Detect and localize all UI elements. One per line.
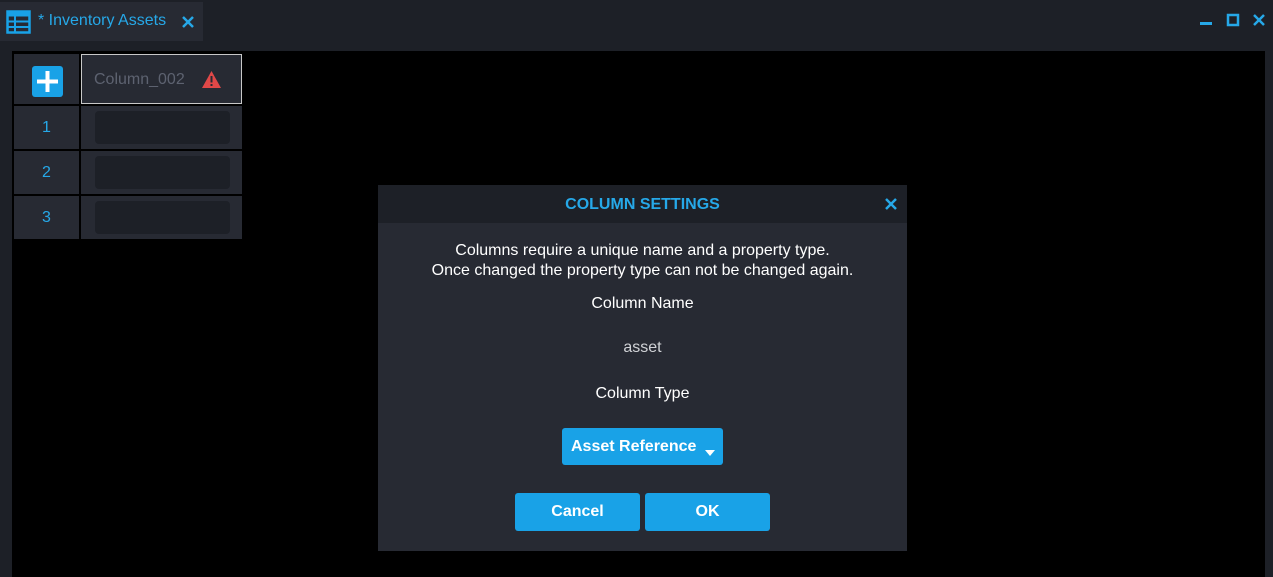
cell-value-field[interactable]: [95, 201, 230, 234]
row-number[interactable]: 3: [14, 196, 79, 239]
table-icon: [6, 10, 31, 34]
tab-inventory-assets[interactable]: * Inventory Assets: [0, 2, 203, 41]
dialog-description-line1: Columns require a unique name and a prop…: [455, 242, 830, 259]
column-type-value: Asset Reference: [571, 438, 697, 455]
column-type-label: Column Type: [595, 385, 690, 402]
grid-corner-cell: [14, 54, 79, 104]
close-icon[interactable]: [884, 197, 898, 211]
cell-value-field[interactable]: [95, 156, 230, 189]
column-name-input[interactable]: [522, 335, 763, 361]
close-icon[interactable]: [181, 15, 195, 29]
ok-button[interactable]: OK: [645, 493, 770, 531]
table-cell[interactable]: [81, 151, 242, 194]
dialog-description-line2: Once changed the property type can not b…: [431, 262, 854, 279]
warning-icon: [201, 70, 222, 89]
minimize-icon[interactable]: [1199, 13, 1213, 27]
column-header[interactable]: Column_002: [81, 54, 242, 104]
cancel-button[interactable]: Cancel: [515, 493, 640, 531]
maximize-icon[interactable]: [1226, 13, 1240, 27]
tab-title: * Inventory Assets: [38, 12, 167, 29]
chevron-down-icon: [705, 443, 715, 456]
column-name-label: Column Name: [591, 295, 694, 312]
column-settings-dialog: COLUMN SETTINGS Columns require a unique…: [378, 185, 907, 551]
add-column-button[interactable]: [32, 66, 63, 97]
column-header-label: Column_002: [94, 71, 185, 88]
dialog-title: COLUMN SETTINGS: [565, 196, 720, 213]
row-number[interactable]: 1: [14, 106, 79, 149]
column-type-select[interactable]: Asset Reference: [562, 428, 723, 465]
title-bar: * Inventory Assets: [0, 0, 1273, 41]
row-number[interactable]: 2: [14, 151, 79, 194]
plus-icon: [37, 71, 58, 92]
close-icon[interactable]: [1252, 13, 1266, 27]
table-cell[interactable]: [81, 106, 242, 149]
table-cell[interactable]: [81, 196, 242, 239]
dialog-header: COLUMN SETTINGS: [378, 185, 907, 223]
cell-value-field[interactable]: [95, 111, 230, 144]
